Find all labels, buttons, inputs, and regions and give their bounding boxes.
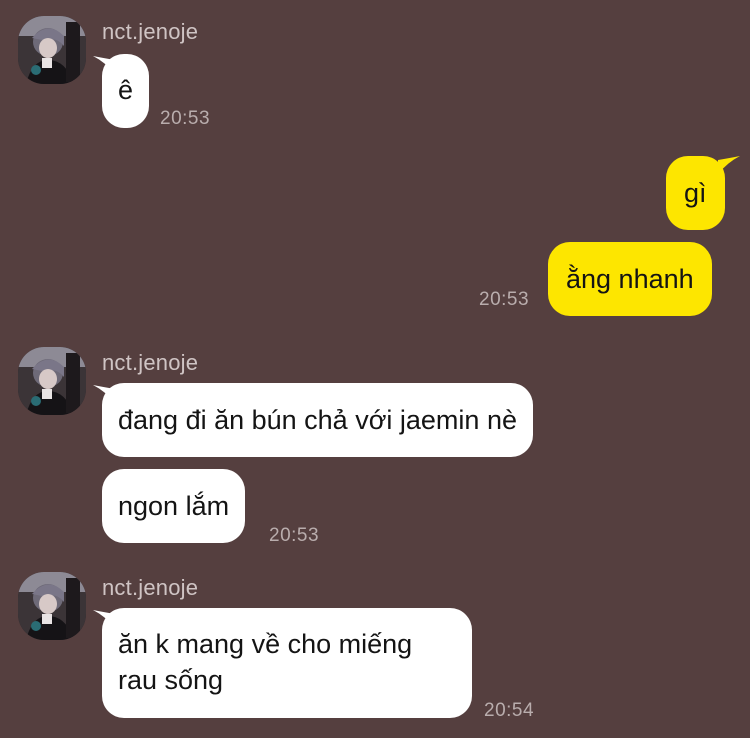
message-time: 20:53 <box>160 108 211 129</box>
avatar[interactable] <box>18 16 86 84</box>
message-bubble-outgoing[interactable]: gì <box>666 156 725 230</box>
sender-name[interactable]: nct.jenoje <box>102 19 198 45</box>
profile-photo-icon <box>18 16 86 84</box>
message-bubble[interactable]: đang đi ăn bún chả với jaemin nè <box>102 383 533 457</box>
avatar[interactable] <box>18 572 86 640</box>
chat-view: nct.jenoje ê 20:53 gì ằng nhanh 20:53 nc… <box>0 0 750 738</box>
bubble-tail-icon <box>93 56 115 74</box>
avatar[interactable] <box>18 347 86 415</box>
message-time: 20:53 <box>269 525 320 546</box>
profile-photo-icon <box>18 572 86 640</box>
message-time: 20:53 <box>479 289 530 310</box>
bubble-tail-icon <box>93 385 115 403</box>
profile-photo-icon <box>18 347 86 415</box>
message-bubble[interactable]: ngon lắm <box>102 469 246 543</box>
message-bubble-outgoing[interactable]: ằng nhanh <box>548 242 712 316</box>
bubble-tail-icon <box>718 156 740 174</box>
message-bubble[interactable]: ăn k mang về cho miếng rau sống <box>102 608 472 718</box>
sender-name[interactable]: nct.jenoje <box>102 575 198 601</box>
sender-name[interactable]: nct.jenoje <box>102 350 198 376</box>
message-time: 20:54 <box>484 700 535 721</box>
bubble-tail-icon <box>93 610 115 628</box>
